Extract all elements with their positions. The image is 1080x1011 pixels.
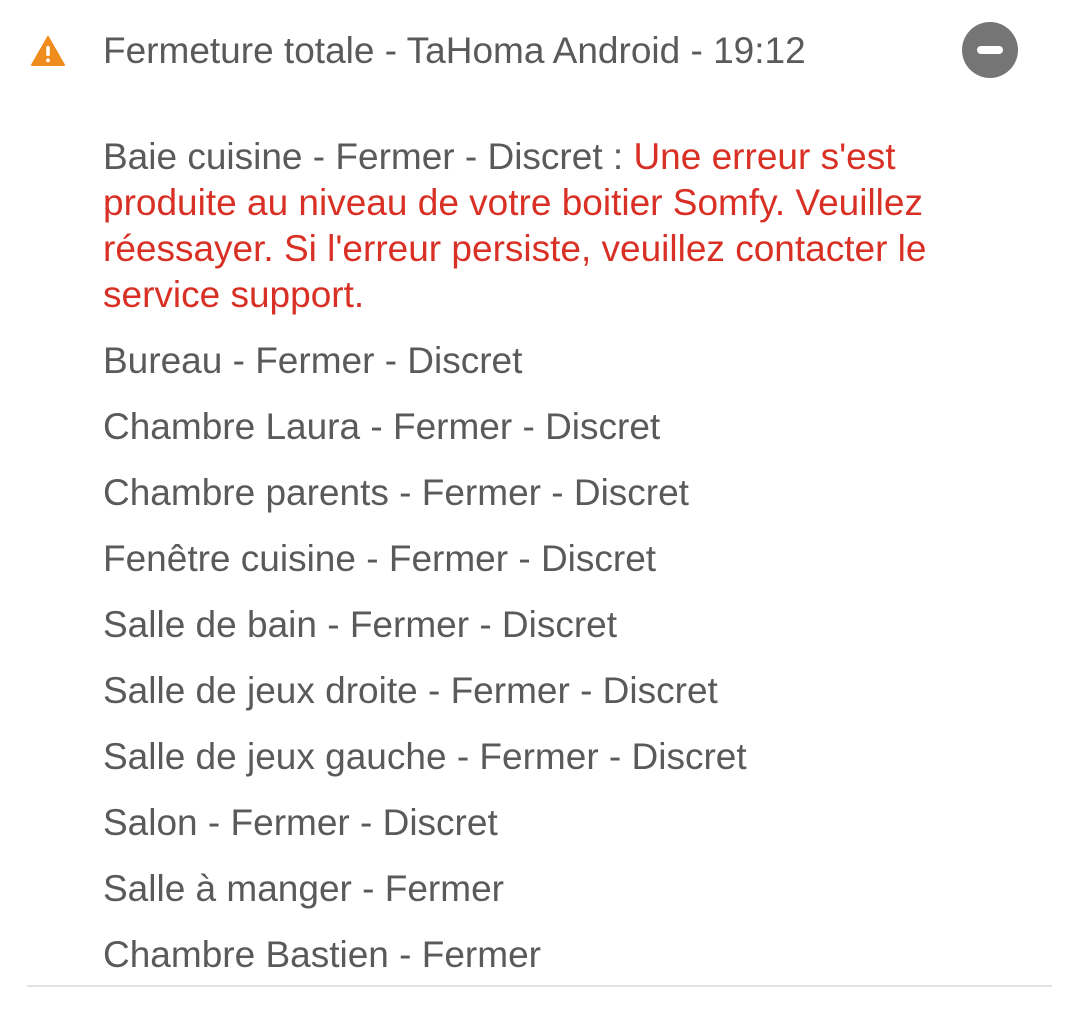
list-item: Salle de jeux droite - Fermer - Discret xyxy=(103,670,718,711)
notification-title: Fermeture totale - TaHoma Android - 19:1… xyxy=(103,30,806,71)
list-item: Chambre Laura - Fermer - Discret xyxy=(103,406,661,447)
list-item: Salon - Fermer - Discret xyxy=(103,802,498,843)
list-item: Chambre parents - Fermer - Discret xyxy=(103,472,689,513)
action-list: Bureau - Fermer - Discret Chambre Laura … xyxy=(103,336,747,996)
list-item: Salle à manger - Fermer xyxy=(103,868,504,909)
divider xyxy=(27,985,1052,987)
list-item: Bureau - Fermer - Discret xyxy=(103,340,523,381)
error-entry-prefix: Baie cuisine - Fermer - Discret : xyxy=(103,136,634,177)
list-item: Salle de bain - Fermer - Discret xyxy=(103,604,618,645)
error-entry: Baie cuisine - Fermer - Discret : Une er… xyxy=(103,134,1003,318)
error-line: Baie cuisine - Fermer - Discret : Une er… xyxy=(103,134,1003,318)
list-item: Fenêtre cuisine - Fermer - Discret xyxy=(103,538,657,579)
dismiss-button[interactable] xyxy=(962,22,1018,78)
minus-circle-icon xyxy=(977,46,1003,54)
notification-header: Fermeture totale - TaHoma Android - 19:1… xyxy=(0,0,1080,100)
warning-icon xyxy=(31,36,65,66)
notification-card[interactable]: Fermeture totale - TaHoma Android - 19:1… xyxy=(0,0,1080,1011)
list-item: Salle de jeux gauche - Fermer - Discret xyxy=(103,736,747,777)
